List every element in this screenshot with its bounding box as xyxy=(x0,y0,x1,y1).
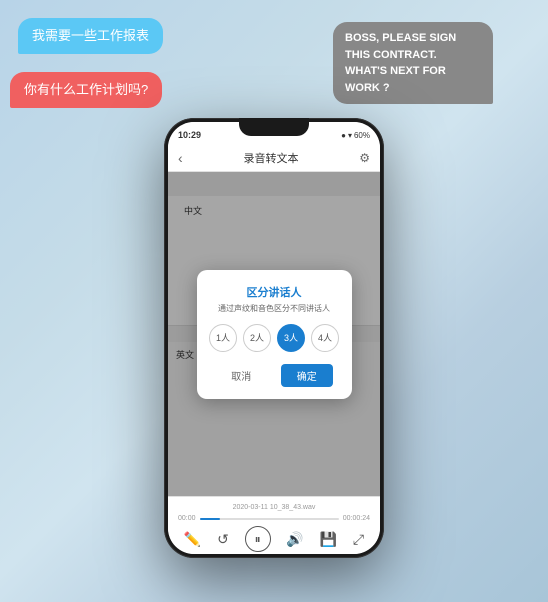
time-total: 00:00:24 xyxy=(343,515,370,522)
back-button[interactable]: ‹ xyxy=(178,150,183,166)
pause-button[interactable]: ⏸ xyxy=(245,526,271,552)
nav-bar: ‹ 录音转文本 ⚙ xyxy=(168,144,380,172)
battery-icon: 60% xyxy=(354,131,370,140)
speaker-dialog: 区分讲话人 通过声纹和音色区分不同讲话人 1人 2人 3人 4人 取消 确定 xyxy=(197,270,352,399)
option-3person[interactable]: 3人 xyxy=(277,324,305,352)
dialog-actions: 取消 确定 xyxy=(209,364,340,387)
volume-icon[interactable]: 🔊 xyxy=(286,531,303,548)
phone-notch xyxy=(239,118,309,136)
progress-fill xyxy=(200,518,221,520)
option-2person[interactable]: 2人 xyxy=(243,324,271,352)
status-time: 10:29 xyxy=(178,130,201,140)
confirm-button[interactable]: 确定 xyxy=(281,364,333,387)
progress-row: 00:00 00:00:24 xyxy=(168,513,380,524)
bottom-controls: 2020-03-11 10_38_43.wav 00:00 00:00:24 ✏… xyxy=(168,496,380,554)
edit-icon[interactable]: ✏️ xyxy=(184,531,201,548)
playback-controls: ✏️ ↺ ⏸ 🔊 💾 ⤢ xyxy=(168,524,380,554)
signal-icon: ● xyxy=(341,131,346,140)
progress-bar[interactable] xyxy=(200,518,339,520)
cancel-button[interactable]: 取消 xyxy=(215,364,267,387)
file-info: 2020-03-11 10_38_43.wav xyxy=(168,497,380,513)
speech-bubble-right: BOSS, PLEASE SIGN THIS CONTRACT. WHAT'S … xyxy=(333,22,493,104)
phone-mockup: 10:29 ● ▾ 60% ‹ 录音转文本 ⚙ 中文 英文 xyxy=(164,118,384,558)
speech-bubble-left-2: 你有什么工作计划吗? xyxy=(10,72,162,108)
option-4person[interactable]: 4人 xyxy=(311,324,339,352)
phone-screen: 10:29 ● ▾ 60% ‹ 录音转文本 ⚙ 中文 英文 xyxy=(168,122,380,554)
content-area: 中文 英文 区分讲话人 通过声纹和音色区分不同讲话人 1人 2人 3人 4人 xyxy=(168,172,380,496)
speech-bubble-left-1: 我需要一些工作报表 xyxy=(18,18,163,54)
time-elapsed: 00:00 xyxy=(178,515,196,522)
wifi-icon: ▾ xyxy=(348,131,352,140)
save-icon[interactable]: 💾 xyxy=(320,531,337,548)
nav-title: 录音转文本 xyxy=(243,150,298,166)
dialog-overlay: 区分讲话人 通过声纹和音色区分不同讲话人 1人 2人 3人 4人 取消 确定 xyxy=(168,172,380,496)
dialog-subtitle: 通过声纹和音色区分不同讲话人 xyxy=(209,303,340,314)
settings-icon[interactable]: ⚙ xyxy=(359,151,370,165)
replay-icon[interactable]: ↺ xyxy=(217,531,229,548)
option-1person[interactable]: 1人 xyxy=(209,324,237,352)
status-icons: ● ▾ 60% xyxy=(341,131,370,140)
expand-icon[interactable]: ⤢ xyxy=(353,531,364,548)
speaker-options: 1人 2人 3人 4人 xyxy=(209,324,340,352)
dialog-title: 区分讲话人 xyxy=(209,284,340,300)
